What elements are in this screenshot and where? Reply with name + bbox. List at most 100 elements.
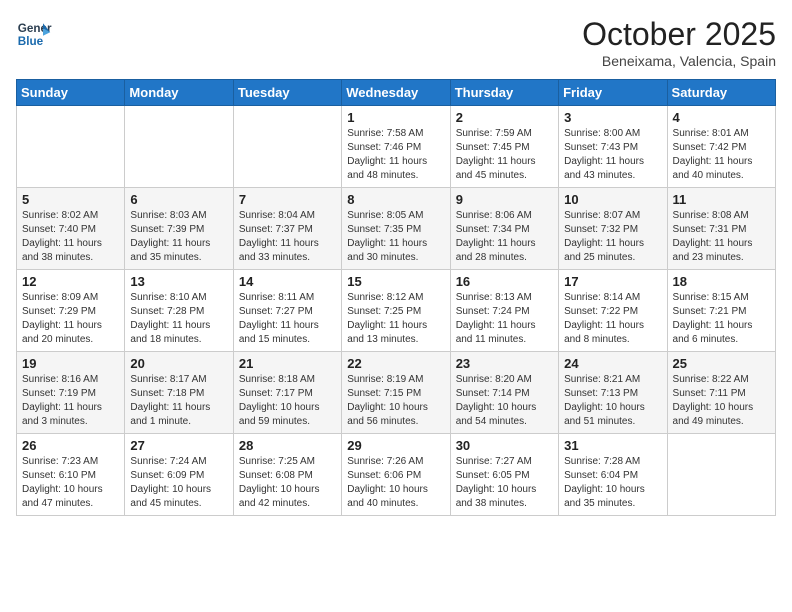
day-info: Sunrise: 8:17 AM Sunset: 7:18 PM Dayligh… [130, 373, 227, 429]
calendar-cell: 11Sunrise: 8:08 AM Sunset: 7:31 PM Dayli… [667, 188, 775, 270]
day-number: 5 [22, 192, 119, 207]
calendar-cell: 4 Sunrise: 8:01 AM Sunset: 7:42 PM Daylig… [667, 106, 775, 188]
calendar-cell: 21 Sunrise: 8:18 AM Sunset: 7:17 PM Dayli… [233, 352, 341, 434]
page-header: General Blue October 2025 Beneixama, Val… [16, 16, 776, 69]
weekday-header: Tuesday [233, 80, 341, 106]
location: Beneixama, Valencia, Spain [582, 53, 776, 69]
calendar-cell: 3 Sunrise: 8:00 AM Sunset: 7:43 PM Daylig… [559, 106, 667, 188]
calendar-cell: 16 Sunrise: 8:13 AM Sunset: 7:24 PM Dayli… [450, 270, 558, 352]
weekday-header: Thursday [450, 80, 558, 106]
day-number: 7 [239, 192, 336, 207]
day-info: Sunrise: 8:16 AM Sunset: 7:19 PM Dayligh… [22, 373, 119, 429]
day-info: Sunrise: 8:12 AM Sunset: 7:25 PM Dayligh… [347, 291, 444, 347]
day-number: 8 [347, 192, 444, 207]
day-number: 25 [673, 356, 770, 371]
calendar-cell: 1 Sunrise: 7:58 AM Sunset: 7:46 PM Daylig… [342, 106, 450, 188]
calendar-cell [17, 106, 125, 188]
day-info: Sunrise: 8:19 AM Sunset: 7:15 PM Dayligh… [347, 373, 444, 429]
weekday-header: Wednesday [342, 80, 450, 106]
day-number: 17 [564, 274, 661, 289]
month-title: October 2025 [582, 16, 776, 53]
day-number: 16 [456, 274, 553, 289]
day-number: 28 [239, 438, 336, 453]
day-info: Sunrise: 8:00 AM Sunset: 7:43 PM Dayligh… [564, 127, 661, 183]
calendar-cell: 22 Sunrise: 8:19 AM Sunset: 7:15 PM Dayli… [342, 352, 450, 434]
calendar-cell: 19 Sunrise: 8:16 AM Sunset: 7:19 PM Dayli… [17, 352, 125, 434]
logo: General Blue [16, 16, 52, 52]
day-number: 10 [564, 192, 661, 207]
calendar-cell: 31Sunrise: 7:28 AM Sunset: 6:04 PM Dayli… [559, 434, 667, 516]
day-info: Sunrise: 8:01 AM Sunset: 7:42 PM Dayligh… [673, 127, 770, 183]
day-info: Sunrise: 7:27 AM Sunset: 6:05 PM Dayligh… [456, 455, 553, 511]
calendar-cell: 23 Sunrise: 8:20 AM Sunset: 7:14 PM Dayli… [450, 352, 558, 434]
day-info: Sunrise: 8:06 AM Sunset: 7:34 PM Dayligh… [456, 209, 553, 265]
calendar-cell: 13 Sunrise: 8:10 AM Sunset: 7:28 PM Dayli… [125, 270, 233, 352]
calendar-cell: 30 Sunrise: 7:27 AM Sunset: 6:05 PM Dayli… [450, 434, 558, 516]
day-number: 27 [130, 438, 227, 453]
day-info: Sunrise: 7:24 AM Sunset: 6:09 PM Dayligh… [130, 455, 227, 511]
calendar-cell: 9 Sunrise: 8:06 AM Sunset: 7:34 PM Daylig… [450, 188, 558, 270]
day-info: Sunrise: 8:20 AM Sunset: 7:14 PM Dayligh… [456, 373, 553, 429]
day-info: Sunrise: 8:22 AM Sunset: 7:11 PM Dayligh… [673, 373, 770, 429]
day-number: 19 [22, 356, 119, 371]
day-number: 31 [564, 438, 661, 453]
weekday-header: Monday [125, 80, 233, 106]
calendar-cell [125, 106, 233, 188]
day-number: 29 [347, 438, 444, 453]
day-info: Sunrise: 8:07 AM Sunset: 7:32 PM Dayligh… [564, 209, 661, 265]
day-number: 14 [239, 274, 336, 289]
day-number: 23 [456, 356, 553, 371]
day-info: Sunrise: 7:26 AM Sunset: 6:06 PM Dayligh… [347, 455, 444, 511]
calendar-cell: 20 Sunrise: 8:17 AM Sunset: 7:18 PM Dayli… [125, 352, 233, 434]
day-info: Sunrise: 8:02 AM Sunset: 7:40 PM Dayligh… [22, 209, 119, 265]
day-info: Sunrise: 7:58 AM Sunset: 7:46 PM Dayligh… [347, 127, 444, 183]
svg-text:Blue: Blue [18, 35, 44, 48]
calendar-cell: 29 Sunrise: 7:26 AM Sunset: 6:06 PM Dayli… [342, 434, 450, 516]
day-info: Sunrise: 8:15 AM Sunset: 7:21 PM Dayligh… [673, 291, 770, 347]
day-info: Sunrise: 8:13 AM Sunset: 7:24 PM Dayligh… [456, 291, 553, 347]
day-number: 9 [456, 192, 553, 207]
day-info: Sunrise: 7:59 AM Sunset: 7:45 PM Dayligh… [456, 127, 553, 183]
day-number: 3 [564, 110, 661, 125]
day-number: 21 [239, 356, 336, 371]
calendar-cell: 10 Sunrise: 8:07 AM Sunset: 7:32 PM Dayli… [559, 188, 667, 270]
day-number: 12 [22, 274, 119, 289]
day-number: 15 [347, 274, 444, 289]
day-number: 1 [347, 110, 444, 125]
day-number: 11 [673, 192, 770, 207]
day-info: Sunrise: 8:14 AM Sunset: 7:22 PM Dayligh… [564, 291, 661, 347]
day-info: Sunrise: 8:11 AM Sunset: 7:27 PM Dayligh… [239, 291, 336, 347]
calendar-cell: 18 Sunrise: 8:15 AM Sunset: 7:21 PM Dayli… [667, 270, 775, 352]
calendar-cell: 5 Sunrise: 8:02 AM Sunset: 7:40 PM Daylig… [17, 188, 125, 270]
day-number: 24 [564, 356, 661, 371]
day-info: Sunrise: 8:05 AM Sunset: 7:35 PM Dayligh… [347, 209, 444, 265]
day-number: 2 [456, 110, 553, 125]
calendar-cell [233, 106, 341, 188]
calendar-cell: 14 Sunrise: 8:11 AM Sunset: 7:27 PM Dayli… [233, 270, 341, 352]
weekday-header: Saturday [667, 80, 775, 106]
day-info: Sunrise: 8:21 AM Sunset: 7:13 PM Dayligh… [564, 373, 661, 429]
day-number: 22 [347, 356, 444, 371]
weekday-header: Friday [559, 80, 667, 106]
day-info: Sunrise: 7:25 AM Sunset: 6:08 PM Dayligh… [239, 455, 336, 511]
calendar-cell: 24 Sunrise: 8:21 AM Sunset: 7:13 PM Dayli… [559, 352, 667, 434]
day-number: 4 [673, 110, 770, 125]
day-info: Sunrise: 8:04 AM Sunset: 7:37 PM Dayligh… [239, 209, 336, 265]
calendar-table: SundayMondayTuesdayWednesdayThursdayFrid… [16, 79, 776, 516]
day-number: 13 [130, 274, 227, 289]
day-number: 30 [456, 438, 553, 453]
calendar-cell: 17 Sunrise: 8:14 AM Sunset: 7:22 PM Dayli… [559, 270, 667, 352]
day-number: 20 [130, 356, 227, 371]
calendar-cell: 27 Sunrise: 7:24 AM Sunset: 6:09 PM Dayli… [125, 434, 233, 516]
calendar-cell: 6Sunrise: 8:03 AM Sunset: 7:39 PM Daylig… [125, 188, 233, 270]
calendar-cell: 8 Sunrise: 8:05 AM Sunset: 7:35 PM Daylig… [342, 188, 450, 270]
calendar-cell: 28 Sunrise: 7:25 AM Sunset: 6:08 PM Dayli… [233, 434, 341, 516]
day-number: 18 [673, 274, 770, 289]
day-info: Sunrise: 7:23 AM Sunset: 6:10 PM Dayligh… [22, 455, 119, 511]
day-number: 26 [22, 438, 119, 453]
calendar-cell: 2 Sunrise: 7:59 AM Sunset: 7:45 PM Daylig… [450, 106, 558, 188]
day-info: Sunrise: 8:10 AM Sunset: 7:28 PM Dayligh… [130, 291, 227, 347]
logo-icon: General Blue [16, 16, 52, 52]
day-info: Sunrise: 8:18 AM Sunset: 7:17 PM Dayligh… [239, 373, 336, 429]
day-info: Sunrise: 8:09 AM Sunset: 7:29 PM Dayligh… [22, 291, 119, 347]
